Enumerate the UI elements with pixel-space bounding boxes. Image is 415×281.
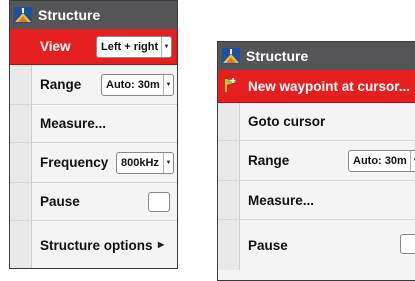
structure-options-label: Structure options — [40, 238, 153, 253]
range-value: Auto: 30m — [106, 79, 160, 91]
menu-item-pause[interactable]: Pause — [10, 183, 177, 221]
new-waypoint-label: New waypoint at cursor... — [248, 78, 411, 94]
menu-titlebar: Structure — [10, 1, 177, 30]
row-gutter — [10, 183, 32, 220]
row-gutter — [218, 220, 240, 270]
menu-item-measure[interactable]: Measure... — [218, 181, 415, 220]
structure-scan-icon — [14, 7, 32, 23]
row-gutter — [218, 181, 240, 219]
structure-scan-icon — [222, 48, 240, 64]
dropdown-arrow-icon: ▼ — [161, 37, 171, 57]
row-gutter — [10, 105, 32, 142]
range-dropdown[interactable]: Auto: 30m ▼ — [348, 150, 415, 172]
menu-item-frequency[interactable]: Frequency 800kHz ▼ — [10, 143, 177, 183]
range-value: Auto: 30m — [353, 155, 407, 167]
view-dropdown[interactable]: Left + right ▼ — [96, 36, 172, 58]
range-label: Range — [248, 153, 290, 168]
pause-checkbox[interactable] — [400, 234, 415, 254]
view-label: View — [40, 39, 71, 54]
menu-item-measure[interactable]: Measure... — [10, 105, 177, 143]
structure-menu-right: Structure New waypoint at cursor... Goto… — [217, 41, 415, 281]
submenu-arrow-icon: ▶ — [158, 240, 165, 249]
menu-item-range[interactable]: Range Auto: 30m ▼ — [218, 141, 415, 181]
waypoint-flag-icon — [225, 78, 236, 92]
row-gutter — [10, 65, 32, 104]
row-gutter — [218, 141, 240, 180]
menu-title: Structure — [246, 48, 309, 64]
menu-item-new-waypoint[interactable]: New waypoint at cursor... — [218, 70, 415, 103]
dropdown-arrow-icon: ▼ — [410, 151, 415, 171]
measure-label: Measure... — [248, 192, 315, 208]
menu-item-pause[interactable]: Pause — [218, 220, 415, 270]
frequency-value: 800kHz — [121, 157, 159, 169]
frequency-dropdown[interactable]: 800kHz ▼ — [116, 152, 174, 174]
measure-label: Measure... — [40, 116, 107, 131]
dropdown-arrow-icon: ▼ — [163, 75, 173, 95]
pause-label: Pause — [40, 194, 80, 209]
menu-titlebar: Structure — [218, 42, 415, 71]
view-value: Left + right — [101, 41, 159, 53]
row-gutter — [10, 29, 31, 64]
row-gutter — [10, 143, 32, 182]
menu-title: Structure — [38, 7, 101, 23]
pause-label: Pause — [248, 237, 288, 253]
row-gutter — [10, 221, 32, 268]
row-gutter — [218, 103, 240, 140]
goto-cursor-label: Goto cursor — [248, 114, 326, 129]
structure-menu-left: Structure View Left + right ▼ Range Auto… — [9, 0, 178, 269]
menu-item-goto-cursor[interactable]: Goto cursor — [218, 103, 415, 141]
menu-item-view[interactable]: View Left + right ▼ — [10, 29, 177, 65]
frequency-label: Frequency — [40, 155, 109, 170]
dropdown-arrow-icon: ▼ — [163, 153, 173, 173]
menu-item-range[interactable]: Range Auto: 30m ▼ — [10, 65, 177, 105]
range-label: Range — [40, 77, 82, 92]
pause-checkbox[interactable] — [148, 192, 170, 212]
menu-item-structure-options[interactable]: Structure options ▶ — [10, 221, 177, 268]
range-dropdown[interactable]: Auto: 30m ▼ — [101, 74, 174, 96]
